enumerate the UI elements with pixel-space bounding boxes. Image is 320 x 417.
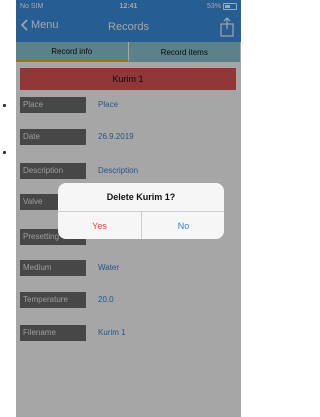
side-marker — [3, 151, 6, 154]
phone-screen: No SIM 12:41 53% Menu Records Record inf… — [16, 0, 241, 417]
no-button[interactable]: No — [142, 212, 224, 239]
yes-button[interactable]: Yes — [58, 212, 141, 239]
dialog-title: Delete Kurim 1? — [106, 192, 176, 202]
delete-confirmation-dialog: Delete Kurim 1? Yes No — [58, 183, 224, 239]
side-marker — [3, 104, 6, 107]
